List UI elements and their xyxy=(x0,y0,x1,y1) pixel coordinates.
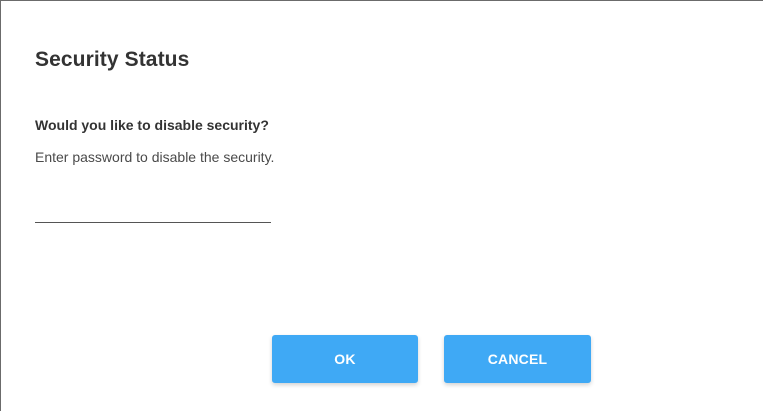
security-status-dialog: Security Status Would you like to disabl… xyxy=(0,0,763,411)
password-field[interactable] xyxy=(35,199,271,223)
ok-button[interactable]: OK xyxy=(272,335,418,383)
disable-security-question: Would you like to disable security? xyxy=(35,117,269,133)
dialog-title: Security Status xyxy=(35,48,190,71)
password-instruction: Enter password to disable the security. xyxy=(35,149,275,165)
cancel-button[interactable]: CANCEL xyxy=(444,335,591,383)
